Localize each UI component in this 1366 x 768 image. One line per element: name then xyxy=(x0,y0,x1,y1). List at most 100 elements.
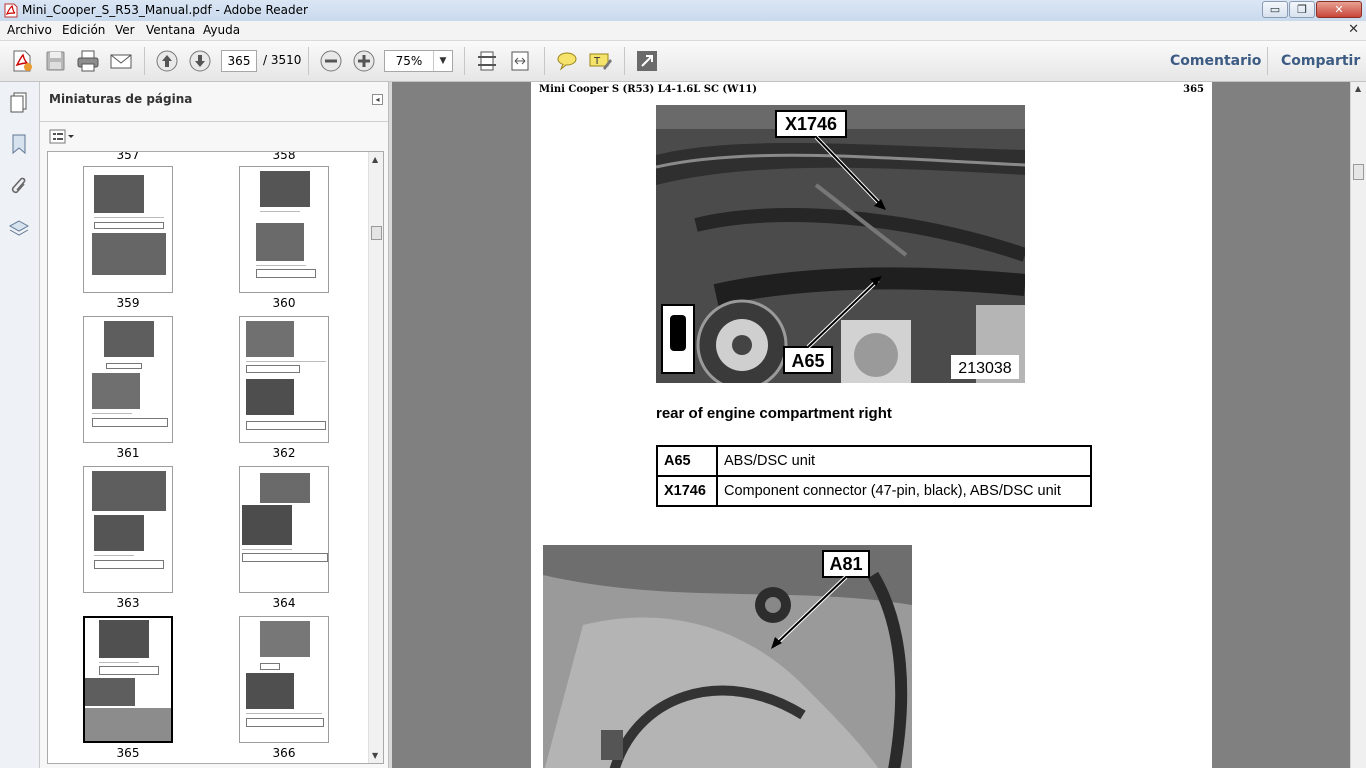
scroll-up-icon[interactable]: ▲ xyxy=(372,155,378,164)
toolbar-separator xyxy=(544,47,545,75)
close-window-button[interactable]: ✕ xyxy=(1316,1,1362,18)
component-description: Component connector (47-pin, black), ABS… xyxy=(716,475,1092,507)
page-thumbnail-366[interactable] xyxy=(239,616,329,743)
menu-archivo[interactable]: Archivo xyxy=(7,23,52,37)
table-row: A65 ABS/DSC unit xyxy=(656,445,1092,477)
toolbar-separator xyxy=(624,47,625,75)
arrow-down-icon xyxy=(189,50,211,72)
panel-divider xyxy=(40,121,388,122)
page-header: Mini Cooper S (R53) L4-1.6L SC (W11) xyxy=(539,84,758,95)
menu-ventana[interactable]: Ventana xyxy=(146,23,195,37)
svg-text:T: T xyxy=(593,56,601,67)
document-scrollbar[interactable]: ▲ xyxy=(1350,82,1366,768)
figure-label-a65: A65 xyxy=(791,351,824,371)
arrow-up-icon xyxy=(156,50,178,72)
save-icon xyxy=(46,51,65,71)
menu-ver[interactable]: Ver xyxy=(115,23,135,37)
figure-id: 213038 xyxy=(958,360,1011,377)
thumbnail-label: 360 xyxy=(272,296,296,310)
chevron-down-icon[interactable]: ▼ xyxy=(433,51,452,71)
scroll-down-icon[interactable]: ▼ xyxy=(372,751,378,760)
zoom-select[interactable]: 75% ▼ xyxy=(384,50,453,72)
document-view[interactable]: Mini Cooper S (R53) L4-1.6L SC (W11) 365… xyxy=(392,82,1350,768)
thumbnail-scrollbar[interactable]: ▲ ▼ xyxy=(368,152,383,763)
component-code: X1746 xyxy=(656,475,718,507)
component-table: A65 ABS/DSC unit X1746 Component connect… xyxy=(656,445,1092,507)
close-icon: ✕ xyxy=(1334,3,1344,16)
page-thumbnail-364[interactable] xyxy=(239,466,329,593)
zoom-in-button[interactable] xyxy=(351,48,377,74)
fit-page-icon xyxy=(478,51,496,71)
page-thumbnail-363[interactable] xyxy=(83,466,173,593)
email-button[interactable] xyxy=(108,48,134,74)
scrollbar-thumb[interactable] xyxy=(1353,164,1364,180)
create-pdf-button[interactable] xyxy=(9,48,35,74)
menu-bar: Archivo Edición Ver Ventana Ayuda ✕ xyxy=(0,21,1366,41)
thumbnail-label: 361 xyxy=(116,446,140,460)
adobe-reader-app-icon xyxy=(4,3,18,18)
collapse-panel-button[interactable]: ◂ xyxy=(372,94,383,105)
attachment-icon[interactable] xyxy=(7,175,31,199)
envelope-icon xyxy=(110,54,132,69)
highlight-icon: T xyxy=(589,53,612,70)
thumbnail-options-icon[interactable] xyxy=(49,129,75,145)
minimize-button[interactable]: ▭ xyxy=(1262,1,1288,18)
comment-panel-button[interactable]: Comentario xyxy=(1170,53,1261,69)
add-comment-button[interactable] xyxy=(554,48,580,74)
menu-ayuda[interactable]: Ayuda xyxy=(203,23,240,37)
toolbar-separator xyxy=(144,47,145,75)
thumbnail-label: 358 xyxy=(272,151,296,162)
full-screen-button[interactable] xyxy=(634,48,660,74)
page-thumbnail-365-selected[interactable] xyxy=(83,616,173,743)
zoom-out-button[interactable] xyxy=(318,48,344,74)
thumbnail-list[interactable]: 357 358 359 360 361 362 363 364 365 366 … xyxy=(47,151,384,764)
save-button[interactable] xyxy=(42,48,68,74)
page-thumbnails-icon[interactable] xyxy=(7,90,31,114)
bookmark-icon[interactable] xyxy=(7,132,31,156)
print-button[interactable] xyxy=(75,48,101,74)
close-document-icon[interactable]: ✕ xyxy=(1348,22,1359,37)
expand-icon xyxy=(637,51,657,71)
next-page-button[interactable] xyxy=(187,48,213,74)
page-number: 365 xyxy=(1183,84,1204,95)
page-thumbnail-362[interactable] xyxy=(239,316,329,443)
component-code: A65 xyxy=(656,445,718,477)
thumbnail-label: 362 xyxy=(272,446,296,460)
scrollbar-thumb[interactable] xyxy=(371,226,382,240)
minimize-icon: ▭ xyxy=(1269,3,1281,16)
fit-width-icon xyxy=(511,51,529,71)
restore-icon: ❐ xyxy=(1297,3,1307,16)
maximize-button[interactable]: ❐ xyxy=(1289,1,1315,18)
page-thumbnail-361[interactable] xyxy=(83,316,173,443)
toolbar-separator xyxy=(464,47,465,75)
thumbnail-label: 359 xyxy=(116,296,140,310)
thumbnail-label: 366 xyxy=(272,746,296,760)
thumbnail-label: 365 xyxy=(116,746,140,760)
print-icon xyxy=(77,50,99,72)
minus-icon xyxy=(320,50,342,72)
navigation-pane-strip xyxy=(0,82,40,768)
fit-width-button[interactable] xyxy=(507,48,533,74)
menu-edicion[interactable]: Edición xyxy=(62,23,105,37)
wheel-well-photo: A81 xyxy=(543,545,912,768)
plus-icon xyxy=(353,50,375,72)
page-thumbnail-359[interactable] xyxy=(83,166,173,293)
component-description: ABS/DSC unit xyxy=(716,445,1092,477)
share-panel-button[interactable]: Compartir xyxy=(1281,53,1360,69)
thumbnails-panel: Miniaturas de página ◂ 357 358 359 360 3… xyxy=(40,82,389,768)
page-thumbnail-360[interactable] xyxy=(239,166,329,293)
previous-page-button[interactable] xyxy=(154,48,180,74)
title-bar: Mini_Cooper_S_R53_Manual.pdf - Adobe Rea… xyxy=(0,0,1366,22)
page-total: / 3510 xyxy=(263,53,302,67)
engine-compartment-photo: X1746 A65 213038 xyxy=(656,105,1025,383)
pdf-page: Mini Cooper S (R53) L4-1.6L SC (W11) 365… xyxy=(531,82,1212,768)
page-number-input[interactable]: 365 xyxy=(221,50,257,72)
speech-bubble-icon xyxy=(557,52,577,71)
create-pdf-icon xyxy=(13,50,32,72)
highlight-text-button[interactable]: T xyxy=(587,48,613,74)
fit-page-button[interactable] xyxy=(474,48,500,74)
zoom-value: 75% xyxy=(395,54,423,68)
panel-title: Miniaturas de página xyxy=(49,92,193,106)
layers-icon[interactable] xyxy=(7,217,31,241)
scroll-up-icon[interactable]: ▲ xyxy=(1355,84,1361,93)
